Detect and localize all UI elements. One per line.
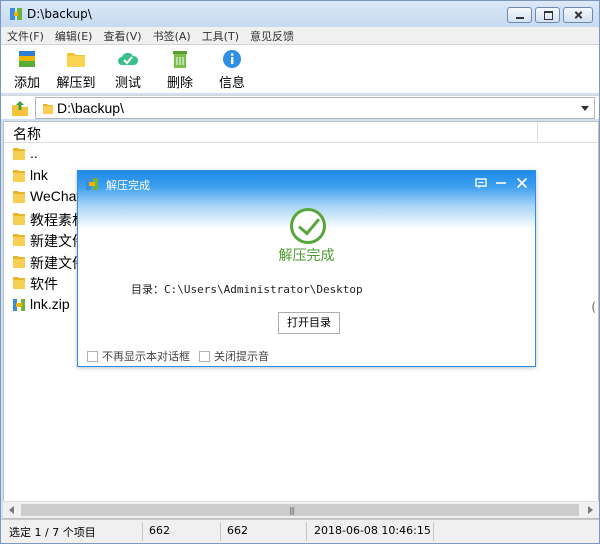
completion-message: 解压完成 (278, 248, 335, 264)
truncated-column-mark: ( (591, 300, 596, 314)
mute-sound-checkbox[interactable] (199, 350, 210, 362)
cloud-test-icon (118, 52, 139, 65)
maximize-button[interactable] (535, 7, 560, 23)
menu-tools[interactable]: 工具(T) (202, 28, 239, 44)
dialog-title: 解压完成 (106, 179, 150, 192)
horizontal-scrollbar[interactable]: ||| (3, 501, 599, 518)
zip-icon (13, 298, 25, 311)
folder-icon (43, 104, 53, 114)
info-button[interactable]: 信息 (207, 45, 257, 93)
add-label: 添加 (13, 76, 40, 91)
minimize-icon[interactable] (493, 175, 509, 191)
folder-icon (13, 234, 25, 246)
extract-to-button[interactable]: 解压到 (51, 45, 101, 93)
success-check-icon (290, 208, 326, 244)
feedback-icon[interactable] (473, 175, 489, 191)
destination-directory: 目录：C:\Users\Administrator\Desktop (131, 283, 363, 296)
folder-icon (13, 169, 25, 182)
folder-extract-icon (67, 53, 85, 67)
file-name: .. (30, 145, 38, 161)
test-label: 测试 (114, 76, 141, 91)
delete-button[interactable]: 删除 (155, 45, 205, 93)
status-separator (433, 522, 434, 541)
open-directory-button[interactable]: 打开目录 (278, 312, 340, 334)
scroll-grip-icon: ||| (289, 506, 295, 515)
dont-show-again-checkbox[interactable] (87, 350, 98, 362)
column-name-header[interactable]: 名称 (13, 124, 41, 144)
status-packed: 662 (227, 524, 248, 537)
extract-complete-dialog: 解压完成 解压完成 目录：C:\Users\Administrator\Desk… (77, 170, 536, 367)
menu-file[interactable]: 文件(F) (7, 28, 44, 44)
status-modified: 2018-06-08 10:46:15 (314, 524, 431, 537)
add-archive-icon (19, 51, 35, 67)
menu-feedback[interactable]: 意见反馈 (250, 28, 294, 44)
info-icon (223, 50, 241, 68)
file-name: WeChat (30, 188, 81, 204)
scroll-left-icon[interactable] (9, 506, 14, 514)
close-button[interactable] (563, 7, 593, 23)
dont-show-again-label: 不再显示本对话框 (102, 350, 190, 363)
add-button[interactable]: 添加 (5, 45, 49, 93)
file-name: lnk.zip (30, 295, 70, 312)
dont-show-again-option[interactable]: 不再显示本对话框 (87, 348, 190, 364)
mute-sound-option[interactable]: 关闭提示音 (199, 348, 269, 364)
column-header: 名称 (4, 122, 598, 143)
close-icon[interactable] (514, 175, 530, 191)
address-path: D:\backup\ (57, 100, 124, 116)
app-icon (10, 8, 22, 20)
trash-icon (173, 51, 187, 68)
toolbar: 添加 解压到 测试 删除 信息 (1, 45, 599, 93)
folder-icon (13, 255, 25, 268)
app-icon (86, 178, 98, 190)
address-row: D:\backup\ (1, 95, 599, 119)
scroll-thumb[interactable] (21, 504, 579, 516)
menu-view[interactable]: 查看(V) (103, 28, 141, 44)
window-title: D:\backup\ (27, 7, 92, 21)
delete-label: 删除 (166, 76, 193, 91)
status-separator (306, 522, 307, 541)
mute-sound-label: 关闭提示音 (214, 350, 269, 363)
folder-icon (13, 212, 25, 225)
scroll-right-icon[interactable] (588, 506, 593, 514)
status-size: 662 (149, 524, 170, 537)
menu-bookmarks[interactable]: 书签(A) (153, 28, 191, 44)
title-bar: D:\backup\ (1, 1, 599, 27)
folder-icon (13, 191, 25, 203)
address-bar[interactable]: D:\backup\ (35, 97, 595, 119)
file-name: lnk (30, 166, 48, 183)
status-separator (142, 522, 143, 541)
extract-to-label: 解压到 (56, 76, 96, 91)
menu-edit[interactable]: 编辑(E) (55, 28, 93, 44)
up-folder-icon[interactable] (11, 99, 29, 117)
menu-bar: 文件(F) 编辑(E) 查看(V) 书签(A) 工具(T) 意见反馈 (1, 27, 599, 45)
file-name: 软件 (30, 276, 58, 292)
info-label: 信息 (218, 76, 245, 91)
status-bar: 选定 1 / 7 个项目 662 662 2018-06-08 10:46:15 (1, 519, 599, 543)
test-button[interactable]: 测试 (103, 45, 153, 93)
column-divider[interactable] (537, 122, 538, 143)
list-item[interactable]: .. (4, 143, 598, 165)
status-separator (220, 522, 221, 541)
dropdown-arrow-icon[interactable] (581, 106, 589, 111)
status-selection: 选定 1 / 7 个项目 (9, 526, 96, 539)
folder-icon (13, 148, 25, 160)
minimize-button[interactable] (507, 7, 532, 23)
folder-icon (13, 277, 25, 289)
